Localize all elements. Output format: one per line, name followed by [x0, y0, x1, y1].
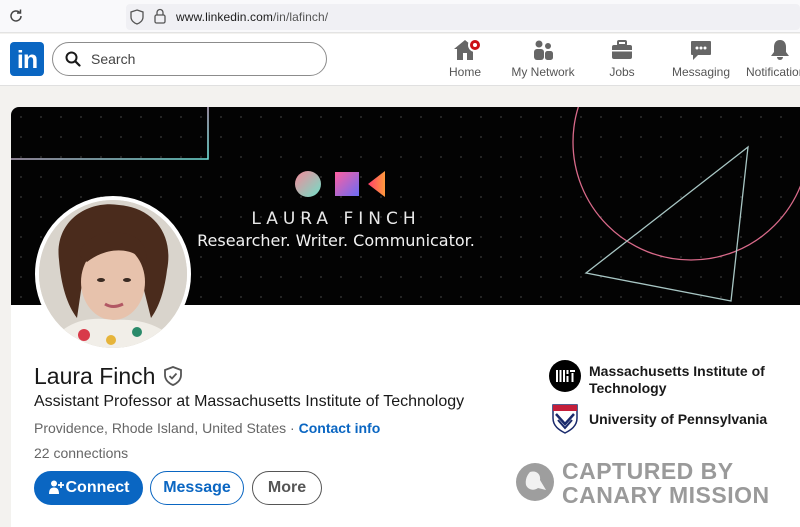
nav-home-label: Home: [448, 65, 481, 79]
profile-headline: Assistant Professor at Massachusetts Ins…: [34, 393, 465, 410]
add-person-icon: [48, 480, 64, 494]
education-mit-line1: Massachusetts Institute of: [589, 363, 765, 379]
url-path: /in/lafinch/: [272, 10, 329, 24]
nav-messaging-label: Messaging: [671, 65, 731, 79]
watermark-line1: CAPTURED BY: [562, 458, 734, 484]
profile-card: LAURA FINCH Researcher. Writer. Communic…: [11, 107, 800, 527]
watermark-text: CAPTURED BY CANARY MISSION: [562, 459, 770, 507]
watermark-logo: [516, 463, 554, 501]
profile-photo[interactable]: [35, 196, 191, 352]
linkedin-nav: in Home My Network Jobs: [0, 34, 800, 86]
shield-icon[interactable]: [130, 9, 144, 25]
messaging-icon: [691, 41, 711, 60]
url-host: www.linkedin.com: [176, 10, 273, 24]
bell-icon: [771, 40, 789, 60]
notification-badge: [468, 38, 482, 52]
network-icon: [534, 40, 553, 60]
mit-logo[interactable]: [549, 360, 581, 392]
reload-icon[interactable]: [8, 8, 24, 24]
watermark-line2: CANARY MISSION: [562, 482, 770, 508]
profile-location: Providence, Rhode Island, United States: [34, 420, 287, 436]
more-button[interactable]: More: [252, 471, 322, 505]
url-text[interactable]: www.linkedin.com/in/lafinch/: [176, 10, 328, 24]
upenn-logo[interactable]: [549, 402, 581, 434]
nav-notifications[interactable]: Notifications: [746, 38, 800, 84]
contact-info-link[interactable]: Contact info: [299, 420, 381, 436]
profile-location-line: Providence, Rhode Island, United States …: [34, 420, 380, 436]
search-box[interactable]: [52, 42, 327, 76]
profile-photo-image: [39, 200, 187, 348]
verified-shield-icon[interactable]: [163, 366, 183, 386]
nav-jobs[interactable]: Jobs: [598, 38, 646, 84]
lock-icon[interactable]: [154, 8, 166, 24]
nav-home[interactable]: Home: [440, 38, 490, 84]
search-input[interactable]: [91, 44, 311, 74]
canary-bird-icon: [525, 471, 546, 490]
nav-my-network[interactable]: My Network: [507, 38, 579, 84]
connect-button[interactable]: Connect: [34, 471, 143, 505]
profile-name: Laura Finch: [34, 363, 156, 389]
education-upenn[interactable]: University of Pennsylvania: [589, 411, 767, 428]
nav-my-network-label: My Network: [511, 65, 575, 79]
connections-count[interactable]: 22 connections: [34, 445, 128, 461]
message-button[interactable]: Message: [150, 471, 244, 505]
briefcase-icon: [612, 40, 632, 59]
connect-label: Connect: [65, 479, 130, 496]
education-mit[interactable]: Massachusetts Institute of Technology: [589, 363, 765, 397]
browser-address-bar: www.linkedin.com/in/lafinch/: [0, 0, 800, 33]
separator-dot: ·: [286, 420, 299, 436]
linkedin-logo[interactable]: in: [10, 42, 44, 76]
nav-jobs-label: Jobs: [609, 65, 635, 79]
education-mit-line2: Technology: [589, 380, 667, 396]
nav-messaging[interactable]: Messaging: [670, 38, 732, 84]
nav-notifications-label: Notifications: [746, 65, 800, 79]
watermark: CAPTURED BY CANARY MISSION: [516, 459, 776, 515]
search-icon: [65, 51, 81, 67]
